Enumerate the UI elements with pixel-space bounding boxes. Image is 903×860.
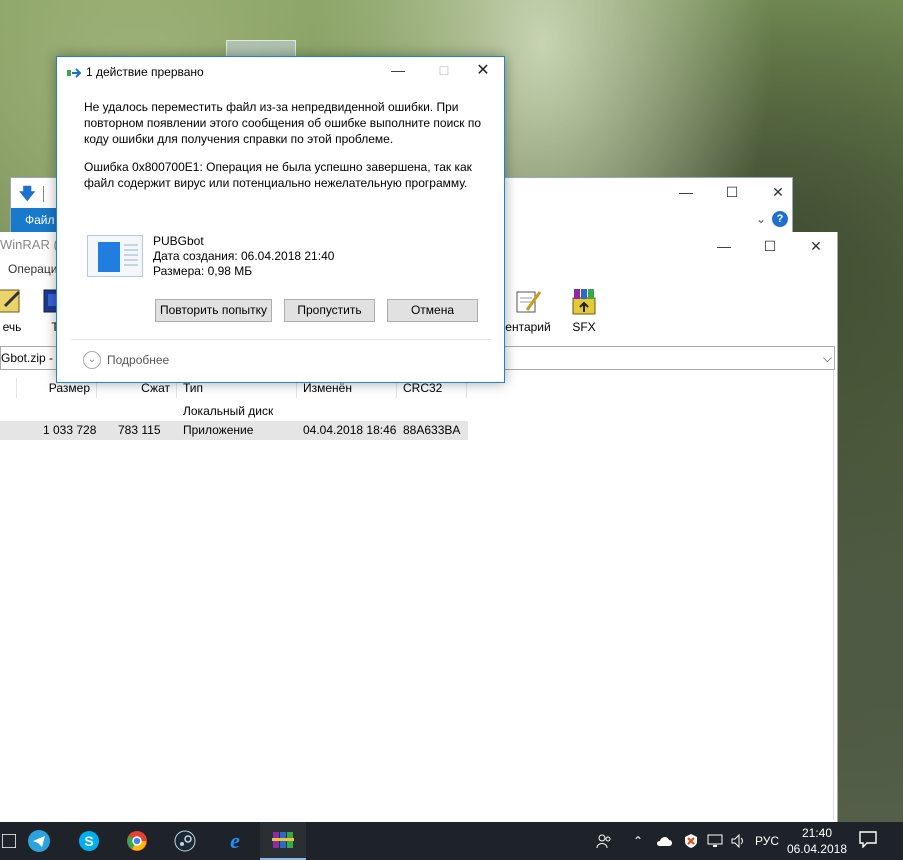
steam-icon[interactable] (162, 822, 208, 860)
titlebar-separator (43, 186, 44, 202)
winrar-menubar[interactable]: Операци (8, 262, 57, 282)
taskbar-clock[interactable]: 21:40 06.04.2018 (785, 825, 849, 857)
ribbon-expand-chevron-icon[interactable]: ⌄ (756, 212, 766, 226)
edge-icon[interactable]: e (212, 822, 258, 860)
volume-icon[interactable] (728, 822, 750, 860)
error-message: Не удалось переместить файл из-за непред… (84, 100, 482, 146)
operation-interrupted-dialog: 1 действие прервано — ☐ ✕ Не удалось пер… (56, 56, 505, 383)
toolbar-extract-label: ечь (2, 320, 22, 334)
retry-button[interactable]: Повторить попытку (155, 299, 272, 322)
clock-date: 06.04.2018 (786, 842, 848, 856)
onedrive-cloud-icon[interactable] (654, 822, 676, 860)
file-tab[interactable]: Файл (11, 208, 61, 232)
defender-warning-icon[interactable] (680, 822, 702, 860)
help-icon[interactable]: ? (772, 211, 788, 227)
telegram-icon[interactable] (16, 822, 62, 860)
cell-size: 1 033 728 (43, 423, 97, 437)
dialog-close-button[interactable]: ✕ (461, 57, 505, 85)
table-row[interactable]: Локальный диск (0, 402, 468, 421)
extract-icon (0, 286, 27, 316)
cell-crc: 88A633BA (403, 423, 461, 437)
cell-type: Локальный диск (183, 404, 274, 418)
network-icon[interactable] (704, 822, 726, 860)
download-arrow-icon[interactable]: 🡇 (19, 183, 37, 203)
winrar-icon[interactable] (260, 822, 306, 860)
file-thumbnail-icon (87, 235, 143, 277)
file-created-date: Дата создания: 06.04.2018 21:40 (153, 249, 335, 263)
skip-button[interactable]: Пропустить (284, 299, 375, 322)
input-language[interactable]: РУС (752, 822, 782, 860)
path-dropdown-icon[interactable]: ⌵ (823, 347, 832, 369)
file-move-icon (67, 68, 81, 78)
winrar-minimize-button[interactable]: — (701, 232, 747, 260)
winrar-close-button[interactable]: ✕ (793, 232, 839, 260)
expand-details-chevron-icon[interactable]: ⌄ (83, 351, 101, 369)
chrome-icon[interactable] (114, 822, 160, 860)
clock-time: 21:40 (801, 826, 833, 840)
toolbar-sfx-label: SFX (572, 320, 596, 334)
toolbar-sfx-button[interactable]: SFX (564, 284, 604, 342)
error-code-message: Ошибка 0x800700E1: Операция не была успе… (84, 160, 472, 190)
taskbar: S e ⌃ РУС 21:40 06.04.2018 (0, 822, 903, 860)
dialog-divider (71, 339, 491, 340)
show-hidden-icons-chevron-icon[interactable]: ⌃ (630, 822, 646, 860)
svg-text:e: e (230, 830, 240, 852)
toolbar-comment-button[interactable]: ентарий (500, 284, 556, 342)
table-row[interactable]: 1 033 728 783 115 Приложение 04.04.2018 … (0, 421, 468, 440)
cell-type: Приложение (183, 423, 254, 437)
cancel-button[interactable]: Отмена (387, 299, 478, 322)
dialog-title: 1 действие прервано (86, 65, 204, 79)
cell-packed: 783 115 (118, 423, 161, 437)
explorer-close-button[interactable]: ✕ (755, 178, 801, 206)
sfx-package-icon (569, 286, 599, 316)
explorer-maximize-button[interactable]: ☐ (709, 178, 755, 206)
file-name: PUBGbot (153, 234, 204, 248)
winrar-maximize-button[interactable]: ☐ (747, 232, 793, 260)
toolbar-comment-label: ентарий (505, 320, 551, 334)
file-list-scrollbar[interactable] (833, 370, 834, 820)
explorer-minimize-button[interactable]: — (663, 178, 709, 206)
file-size: Размера: 0,98 МБ (153, 264, 253, 278)
dialog-minimize-button[interactable]: — (375, 57, 421, 85)
archive-path-text: Gbot.zip - Z (1, 351, 64, 365)
action-center-notification-icon[interactable] (858, 830, 880, 850)
comment-pen-icon (513, 286, 543, 316)
people-icon[interactable] (592, 822, 616, 860)
toolbar-extract-button[interactable]: ечь (0, 284, 30, 342)
col-name-header[interactable] (0, 378, 17, 398)
svg-text:S: S (84, 833, 93, 849)
more-details-link[interactable]: Подробнее (107, 353, 169, 367)
cell-modified: 04.04.2018 18:46 (303, 423, 397, 437)
skype-icon[interactable]: S (66, 822, 112, 860)
